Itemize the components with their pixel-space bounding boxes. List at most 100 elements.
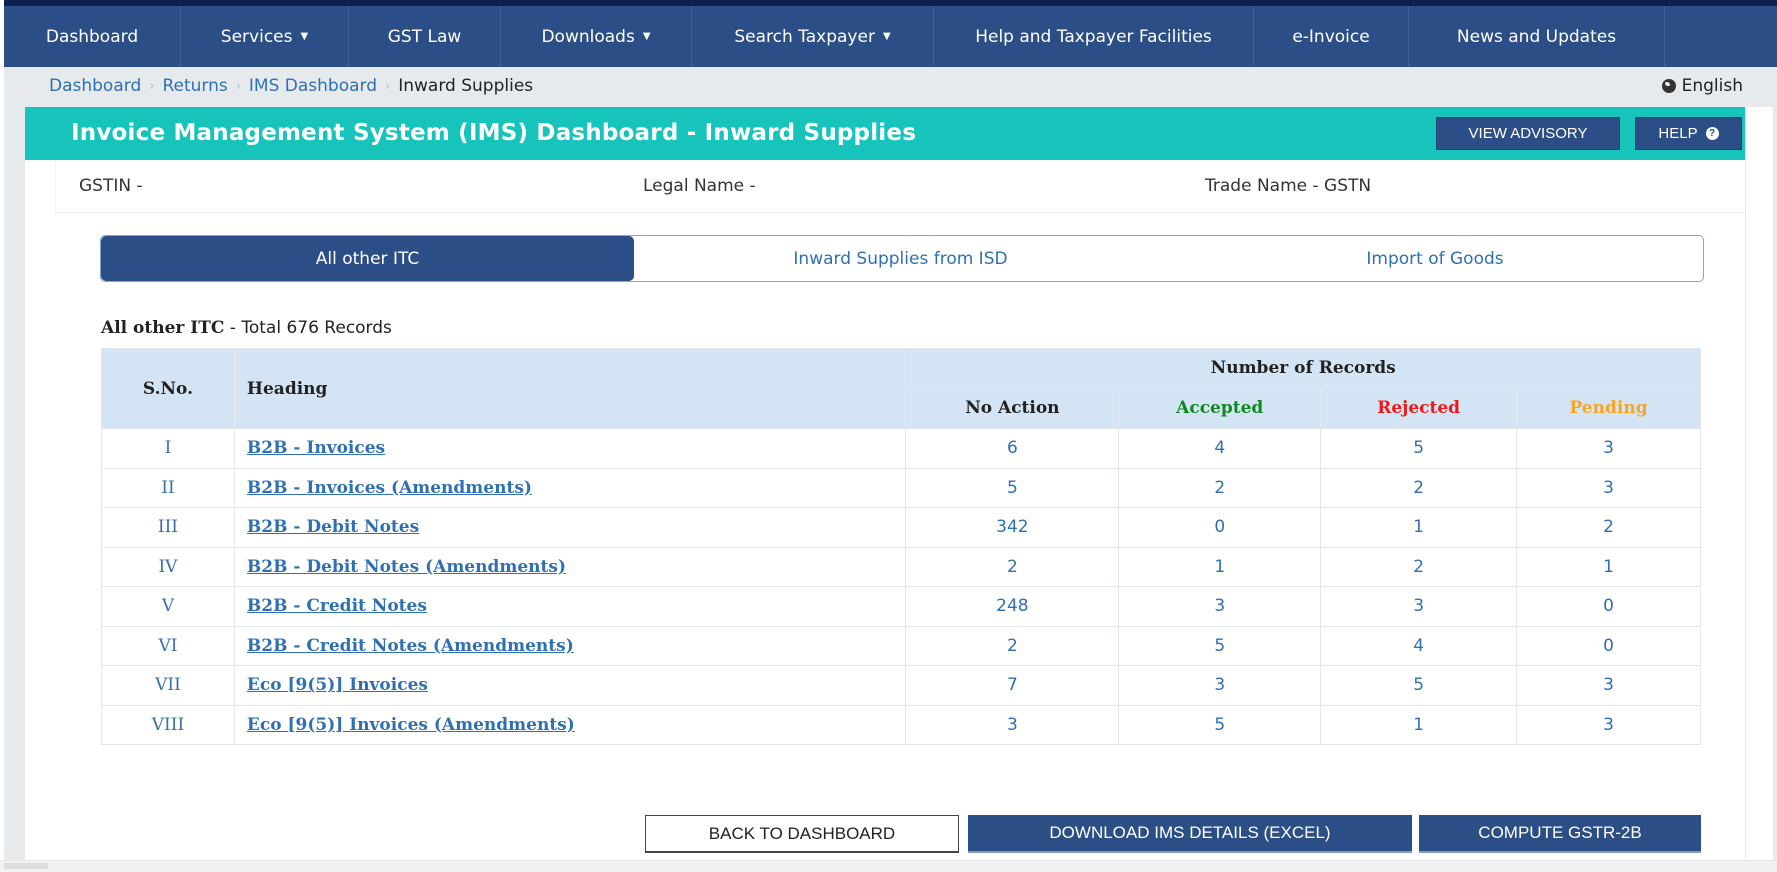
col-rejected: Rejected — [1320, 387, 1518, 429]
page-title-bar: Invoice Management System (IMS) Dashboar… — [25, 107, 1745, 160]
row-rejected-count[interactable]: 4 — [1320, 625, 1518, 666]
vertical-scrollbar[interactable] — [1745, 107, 1773, 860]
breadcrumb-dashboard[interactable]: Dashboard — [49, 76, 141, 96]
scrollbar-thumb[interactable] — [4, 863, 48, 869]
back-to-dashboard-button[interactable]: BACK TO DASHBOARD — [645, 815, 959, 853]
language-selector[interactable]: English — [1661, 76, 1743, 96]
help-button[interactable]: HELP? — [1635, 117, 1742, 150]
row-heading-link[interactable]: Eco [9(5)] Invoices — [247, 675, 428, 695]
col-heading: Heading — [233, 348, 907, 429]
row-pending-count[interactable]: 3 — [1516, 428, 1701, 469]
row-heading-link[interactable]: B2B - Credit Notes — [247, 596, 427, 616]
row-accepted-count[interactable]: 2 — [1118, 467, 1322, 508]
row-accepted-count[interactable]: 3 — [1118, 586, 1322, 627]
chevron-right-icon: › — [235, 78, 241, 94]
breadcrumb: Dashboard › Returns › IMS Dashboard › In… — [49, 76, 533, 96]
main-nav: Dashboard Services ▼ GST Law Downloads ▼ S… — [4, 6, 1777, 67]
row-no-action-count[interactable]: 2 — [905, 625, 1120, 666]
table-row: VIII Eco [9(5)] Invoices (Amendments) 3 5 1 3 — [101, 704, 1701, 745]
trade-name-label: Trade Name - GSTN — [1205, 176, 1372, 196]
table-row: II B2B - Invoices (Amendments) 5 2 2 3 — [101, 467, 1701, 508]
row-no-action-count[interactable]: 2 — [905, 546, 1120, 587]
row-pending-count[interactable]: 3 — [1516, 467, 1701, 508]
chevron-right-icon: › — [385, 78, 391, 94]
view-advisory-button[interactable]: VIEW ADVISORY — [1436, 117, 1620, 150]
row-no-action-count[interactable]: 342 — [905, 507, 1120, 548]
tab-import-of-goods[interactable]: Import of Goods — [1167, 236, 1703, 281]
row-rejected-count[interactable]: 2 — [1320, 467, 1518, 508]
nav-item-gst-law[interactable]: GST Law — [349, 6, 501, 67]
row-no-action-count[interactable]: 248 — [905, 586, 1120, 627]
row-accepted-count[interactable]: 5 — [1118, 704, 1322, 745]
left-gutter — [4, 107, 25, 860]
breadcrumb-current: Inward Supplies — [398, 76, 534, 96]
row-heading-link[interactable]: B2B - Debit Notes (Amendments) — [247, 557, 566, 577]
compute-gstr-2b-button[interactable]: COMPUTE GSTR-2B — [1419, 815, 1701, 853]
page-title: Invoice Management System (IMS) Dashboar… — [71, 120, 917, 146]
table-row: III B2B - Debit Notes 342 0 1 2 — [101, 507, 1701, 548]
row-accepted-count[interactable]: 3 — [1118, 665, 1322, 706]
nav-item-e-invoice[interactable]: e-Invoice — [1254, 6, 1409, 67]
tab-inward-supplies-isd[interactable]: Inward Supplies from ISD — [634, 236, 1167, 281]
summary-total: - Total 676 Records — [224, 318, 392, 338]
row-no-action-count[interactable]: 5 — [905, 467, 1120, 508]
row-rejected-count[interactable]: 1 — [1320, 507, 1518, 548]
nav-label: GST Law — [387, 26, 462, 47]
row-accepted-count[interactable]: 1 — [1118, 546, 1322, 587]
nav-item-downloads[interactable]: Downloads ▼ — [501, 6, 692, 67]
nav-item-services[interactable]: Services ▼ — [181, 6, 349, 67]
nav-item-news-updates[interactable]: News and Updates — [1409, 6, 1665, 67]
breadcrumb-bar: Dashboard › Returns › IMS Dashboard › In… — [4, 67, 1777, 107]
row-heading-link[interactable]: B2B - Invoices — [247, 438, 385, 458]
nav-label: News and Updates — [1456, 26, 1617, 47]
row-heading-link[interactable]: B2B - Debit Notes — [247, 517, 419, 537]
row-accepted-count[interactable]: 4 — [1118, 428, 1322, 469]
row-sno: I — [101, 428, 235, 469]
nav-item-help-taxpayer-facilities[interactable]: Help and Taxpayer Facilities — [934, 6, 1254, 67]
table-row: IV B2B - Debit Notes (Amendments) 2 1 2 1 — [101, 546, 1701, 587]
row-accepted-count[interactable]: 5 — [1118, 625, 1322, 666]
row-pending-count[interactable]: 0 — [1516, 625, 1701, 666]
row-sno: III — [101, 507, 235, 548]
chevron-right-icon: › — [149, 78, 155, 94]
row-rejected-count[interactable]: 5 — [1320, 665, 1518, 706]
row-rejected-count[interactable]: 3 — [1320, 586, 1518, 627]
row-heading-cell: B2B - Credit Notes — [233, 586, 907, 627]
language-label: English — [1681, 76, 1743, 96]
horizontal-scrollbar[interactable] — [0, 860, 1777, 872]
row-rejected-count[interactable]: 5 — [1320, 428, 1518, 469]
tab-all-other-itc[interactable]: All other ITC — [101, 236, 634, 281]
breadcrumb-returns[interactable]: Returns — [162, 76, 227, 96]
download-ims-details-button[interactable]: DOWNLOAD IMS DETAILS (EXCEL) — [968, 815, 1412, 853]
row-no-action-count[interactable]: 6 — [905, 428, 1120, 469]
row-heading-cell: B2B - Credit Notes (Amendments) — [233, 625, 907, 666]
records-table: S.No. Heading Number of Records No Actio… — [101, 348, 1701, 745]
caret-down-icon: ▼ — [300, 31, 309, 42]
table-row: V B2B - Credit Notes 248 3 3 0 — [101, 586, 1701, 627]
col-pending: Pending — [1516, 387, 1701, 429]
row-pending-count[interactable]: 2 — [1516, 507, 1701, 548]
legal-name-label: Legal Name - — [643, 176, 756, 196]
row-no-action-count[interactable]: 7 — [905, 665, 1120, 706]
row-no-action-count[interactable]: 3 — [905, 704, 1120, 745]
row-rejected-count[interactable]: 1 — [1320, 704, 1518, 745]
row-pending-count[interactable]: 0 — [1516, 586, 1701, 627]
nav-item-search-taxpayer[interactable]: Search Taxpayer ▼ — [692, 6, 934, 67]
row-heading-link[interactable]: B2B - Credit Notes (Amendments) — [247, 636, 574, 656]
row-sno: VI — [101, 625, 235, 666]
breadcrumb-ims-dashboard[interactable]: IMS Dashboard — [249, 76, 377, 96]
row-heading-link[interactable]: Eco [9(5)] Invoices (Amendments) — [247, 715, 575, 735]
row-pending-count[interactable]: 3 — [1516, 704, 1701, 745]
nav-item-dashboard[interactable]: Dashboard — [4, 6, 181, 67]
table-row: I B2B - Invoices 6 4 5 3 — [101, 428, 1701, 469]
row-rejected-count[interactable]: 2 — [1320, 546, 1518, 587]
button-label: DOWNLOAD IMS DETAILS (EXCEL) — [1049, 823, 1331, 842]
globe-icon — [1661, 79, 1676, 93]
table-row: VII Eco [9(5)] Invoices 7 3 5 3 — [101, 665, 1701, 706]
row-pending-count[interactable]: 3 — [1516, 665, 1701, 706]
row-pending-count[interactable]: 1 — [1516, 546, 1701, 587]
nav-label: Services — [220, 26, 293, 47]
row-accepted-count[interactable]: 0 — [1118, 507, 1322, 548]
row-sno: IV — [101, 546, 235, 587]
row-heading-link[interactable]: B2B - Invoices (Amendments) — [247, 478, 532, 498]
